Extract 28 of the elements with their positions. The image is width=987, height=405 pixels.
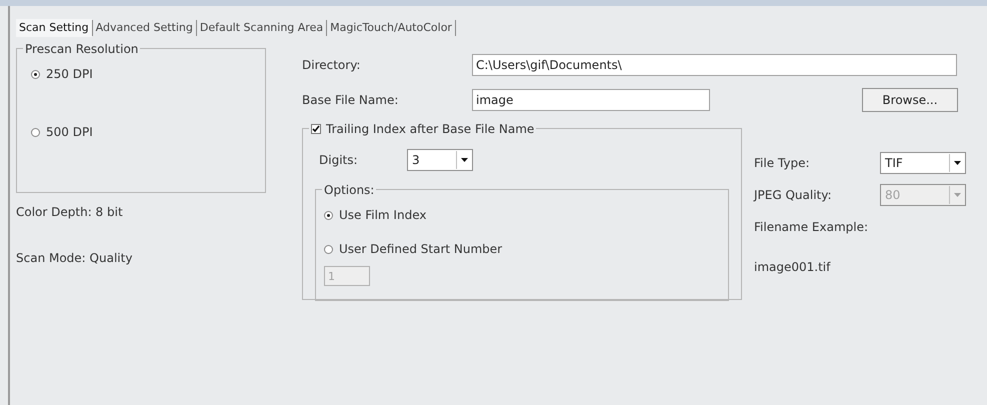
radio-button[interactable] (324, 210, 333, 220)
tab[interactable]: Scan Setting (16, 19, 92, 37)
field-label: Filename Example: (754, 219, 870, 236)
radio-label: Use Film Index (339, 207, 426, 224)
checkbox[interactable] (311, 124, 321, 134)
radio-label: User Defined Start Number (339, 241, 502, 258)
base-file-name-field[interactable]: image (472, 89, 710, 111)
scan-mode-label: Scan Mode: Quality (16, 250, 134, 267)
filename-example: image001.tif (754, 259, 832, 276)
field-label: Directory: (302, 57, 362, 74)
tab[interactable]: MagicTouch/AutoColor (327, 19, 455, 37)
directory-field[interactable]: C:\Users\gif\Documents\ (472, 54, 957, 76)
radio-button[interactable] (324, 244, 333, 254)
color-depth-label: Color Depth: 8 bit (16, 204, 124, 221)
field-label: JPEG Quality: (754, 187, 833, 204)
radio-label: 500 DPI (46, 124, 93, 141)
checkbox-label: Trailing Index after Base File Name (326, 121, 534, 138)
tab[interactable]: Advanced Setting (92, 19, 196, 37)
field-label: Digits: (319, 152, 359, 169)
field-label: File Type: (754, 155, 810, 172)
radio-label: 250 DPI (46, 66, 93, 83)
dropdown[interactable]: 3 (407, 149, 473, 171)
field-label: Base File Name: (302, 92, 400, 109)
tab[interactable]: Default Scanning Area (196, 19, 326, 37)
dropdown[interactable]: TIF (880, 152, 966, 174)
radio-button[interactable] (31, 128, 40, 136)
radio-button[interactable] (31, 70, 40, 78)
browse-button[interactable]: Browse... (862, 88, 958, 112)
